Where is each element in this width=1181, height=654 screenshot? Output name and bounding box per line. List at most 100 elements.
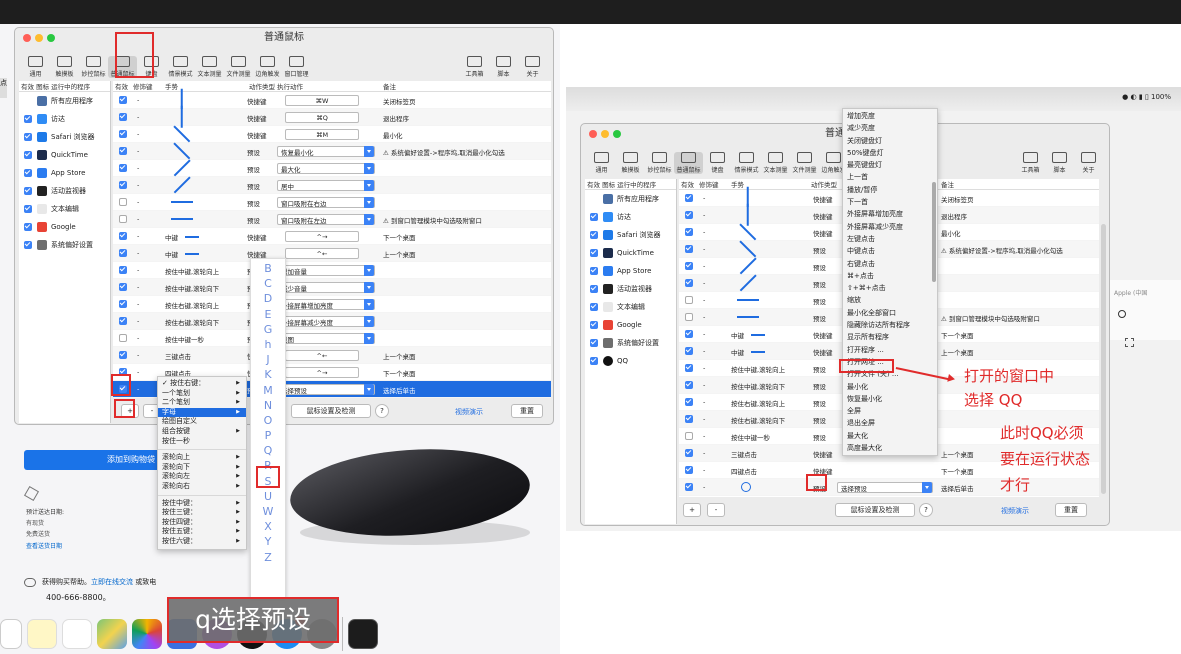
dock-activity-icon[interactable]	[348, 619, 378, 649]
dock-reminders-icon[interactable]	[62, 619, 92, 649]
menu-item[interactable]: 外接屏幕减少亮度	[843, 221, 937, 233]
toolbar-monitor[interactable]: 通用	[21, 56, 50, 78]
menu-scrollbar[interactable]	[932, 182, 936, 282]
menu-item[interactable]: 滚轮向右	[158, 482, 246, 492]
toolbar-file-measure[interactable]: 文件测量	[790, 152, 819, 174]
action-select[interactable]: 减少音量	[277, 282, 375, 293]
menu-item[interactable]: 减少亮度	[843, 122, 937, 134]
menu-item[interactable]: 左键点击	[843, 233, 937, 245]
menu-item[interactable]: 全屏	[843, 405, 937, 417]
chat-link[interactable]: 立即在线交流	[91, 578, 133, 586]
sidebar-item[interactable]: Safari 浏览器	[19, 128, 110, 146]
checkbox[interactable]	[24, 241, 32, 249]
checkbox[interactable]	[590, 339, 598, 347]
video-demo-link[interactable]: 视频演示	[455, 407, 483, 417]
checkbox[interactable]	[119, 130, 127, 138]
minimize-icon[interactable]	[601, 130, 609, 138]
toolbar-toolbox[interactable]: 工具箱	[460, 56, 489, 78]
menu-item[interactable]: 外接屏幕增加亮度	[843, 208, 937, 220]
check-date-link[interactable]: 查看送货日期	[26, 541, 62, 550]
close-icon[interactable]	[23, 34, 31, 42]
sidebar-item[interactable]: Google	[19, 218, 110, 236]
toolbar-magic-mouse[interactable]: 妙控鼠标	[79, 56, 108, 78]
menu-item[interactable]: 按住六键：	[158, 537, 246, 547]
remove-button[interactable]: -	[707, 503, 725, 517]
menu-item[interactable]: 按住一秒	[158, 437, 246, 447]
help-button[interactable]: ?	[919, 503, 933, 517]
letter-option[interactable]: G	[251, 322, 285, 337]
sidebar-item[interactable]: QuickTime	[585, 244, 676, 262]
menu-item[interactable]: ✓ 按住右键：	[158, 379, 246, 389]
action-select[interactable]: 增加音量	[277, 265, 375, 276]
letter-option[interactable]: X	[251, 519, 285, 534]
menu-item[interactable]: 50%键盘灯	[843, 147, 937, 159]
sidebar-item[interactable]: 访达	[19, 110, 110, 128]
letter-option[interactable]: h	[251, 337, 285, 352]
dock-photos-icon[interactable]	[132, 619, 162, 649]
checkbox[interactable]	[590, 357, 598, 365]
menu-item[interactable]: 缩放	[843, 294, 937, 306]
action-select[interactable]: 选择预设	[277, 384, 375, 395]
toolbar-trackpad[interactable]: 触摸板	[616, 152, 645, 174]
action-select[interactable]: 窗口吸附在右边	[277, 197, 375, 208]
checkbox[interactable]	[24, 205, 32, 213]
table-row[interactable]: -按住右键,滚轮向下预设外接屏幕减少亮度	[113, 313, 551, 330]
menu-item[interactable]: 按住中键：	[158, 499, 246, 509]
menu-item[interactable]: 按住四键：	[158, 518, 246, 528]
sidebar-item[interactable]: 文本编辑	[19, 200, 110, 218]
menu-item[interactable]: 退出全屏	[843, 417, 937, 429]
checkbox[interactable]	[685, 313, 693, 321]
action-select[interactable]: 居中	[277, 180, 375, 191]
letter-option[interactable]: Y	[251, 534, 285, 549]
sidebar-item[interactable]: 活动监视器	[19, 182, 110, 200]
checkbox[interactable]	[119, 249, 127, 257]
letter-option[interactable]: N	[251, 398, 285, 413]
letter-option[interactable]: W	[251, 504, 285, 519]
menu-item[interactable]: 滚轮向左	[158, 472, 246, 482]
checkbox[interactable]	[119, 164, 127, 172]
menu-item[interactable]: 下一首	[843, 196, 937, 208]
menu-item[interactable]: 绘图自定义	[158, 417, 246, 427]
shortcut-field[interactable]: ^→	[285, 231, 359, 242]
menu-item[interactable]: 按住五键：	[158, 527, 246, 537]
checkbox[interactable]	[685, 415, 693, 423]
shortcut-field[interactable]: ^←	[285, 248, 359, 259]
reset-button[interactable]: 重置	[511, 404, 543, 418]
sidebar-item[interactable]: QuickTime	[19, 146, 110, 164]
right-scrollbar[interactable]	[1101, 224, 1106, 494]
toolbar-text-measure[interactable]: 文本测量	[195, 56, 224, 78]
menu-item[interactable]: 上一首	[843, 171, 937, 183]
checkbox[interactable]	[590, 285, 598, 293]
checkbox[interactable]	[119, 113, 127, 121]
checkbox[interactable]	[119, 198, 127, 206]
checkbox[interactable]	[685, 449, 693, 457]
add-button[interactable]: +	[683, 503, 701, 517]
letter-option[interactable]: E	[251, 307, 285, 322]
letter-option[interactable]: Q	[251, 443, 285, 458]
table-row[interactable]: - 预设 窗口吸附在左边 ⚠ 到窗口管理模块中勾选吸附窗口	[113, 211, 551, 228]
toolbar-monitor[interactable]: 通用	[587, 152, 616, 174]
sidebar-item[interactable]: Google	[585, 316, 676, 334]
checkbox[interactable]	[119, 215, 127, 223]
toolbar-text-measure[interactable]: 文本测量	[761, 152, 790, 174]
shortcut-field[interactable]: ^→	[285, 367, 359, 378]
qr-icon[interactable]	[1125, 338, 1134, 347]
letter-option[interactable]: U	[251, 489, 285, 504]
checkbox[interactable]	[119, 147, 127, 155]
shortcut-field[interactable]: ^←	[285, 350, 359, 361]
letter-option[interactable]: P	[251, 428, 285, 443]
table-row[interactable]: -按住右键,滚轮向上预设外接屏幕增加亮度	[113, 296, 551, 313]
checkbox[interactable]	[24, 151, 32, 159]
toolbar-info[interactable]: 关于	[1074, 152, 1103, 174]
menu-item[interactable]: 关闭键盘灯	[843, 135, 937, 147]
checkbox[interactable]	[685, 466, 693, 474]
checkbox[interactable]	[24, 115, 32, 123]
checkbox[interactable]	[685, 347, 693, 355]
menu-item[interactable]: 隐藏除访达所有程序	[843, 319, 937, 331]
video-demo-link[interactable]: 视频演示	[1001, 506, 1029, 516]
action-select[interactable]: 最大化	[277, 163, 375, 174]
checkbox[interactable]	[590, 303, 598, 311]
checkbox[interactable]	[685, 483, 693, 491]
mouse-settings-button[interactable]: 鼠标设置及检测	[835, 503, 915, 517]
checkbox[interactable]	[24, 133, 32, 141]
